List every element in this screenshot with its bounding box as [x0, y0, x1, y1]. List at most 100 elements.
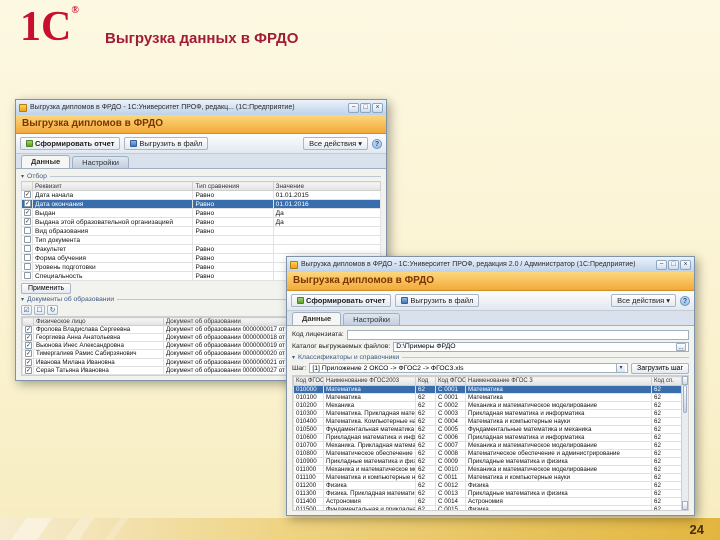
classifier-cell[interactable]: 62	[651, 497, 684, 506]
generate-report-button[interactable]: Сформировать отчет	[291, 294, 392, 307]
checkbox-icon[interactable]	[24, 272, 31, 280]
column-header-person[interactable]: Физическое лицо	[33, 317, 164, 326]
checkbox-icon[interactable]	[24, 254, 31, 262]
classifier-cell[interactable]: Математика и компьютерные науки	[465, 417, 652, 426]
row-select-cell[interactable]	[20, 244, 34, 254]
classifier-cell[interactable]: 010400	[293, 417, 324, 426]
checkbox-icon[interactable]: ✓	[24, 191, 31, 199]
checkbox-icon[interactable]	[24, 227, 31, 235]
filter-field-cell[interactable]: Специальность	[32, 271, 194, 281]
classifier-cell[interactable]: 62	[651, 449, 684, 458]
classifier-cell[interactable]: 011200	[293, 481, 324, 490]
checkbox-icon[interactable]: ✓	[25, 375, 32, 376]
filter-row[interactable]: ✓ Дата начала Равно 01.01.2015	[20, 190, 382, 200]
classifier-cell[interactable]: 62	[415, 425, 436, 434]
classifier-row[interactable]: 010700Механика. Прикладная математика62С…	[293, 441, 684, 450]
column-header-value[interactable]: Значение	[272, 181, 382, 191]
step-select[interactable]: [1] Приложение 2 ОКСО -> ФГОС2 -> ФГОС3.…	[309, 363, 629, 373]
classifier-cell[interactable]: С 0006	[435, 433, 466, 442]
person-cell[interactable]: Иванова Милана Ивановна	[33, 357, 164, 367]
filter-compare-cell[interactable]: Равно	[192, 253, 274, 263]
checkbox-icon[interactable]: ✓	[25, 367, 32, 374]
classifier-cell[interactable]: Математика	[465, 385, 652, 394]
person-cell[interactable]: Фролова Владислава Сергеевна	[33, 324, 164, 335]
apply-button[interactable]: Применить	[21, 282, 72, 294]
classifier-cell[interactable]: 62	[415, 489, 436, 498]
classifier-cell[interactable]: Математика. Прикладная математика	[323, 409, 416, 418]
classifier-cell[interactable]: Механика	[323, 401, 416, 410]
classifier-row[interactable]: 010600Прикладная математика и информатик…	[293, 433, 684, 442]
classifier-cell[interactable]: 62	[415, 401, 436, 410]
row-select-cell[interactable]: ✓	[22, 324, 34, 335]
filter-row[interactable]: ✓ Выдана этой образовательной организацие…	[20, 217, 382, 227]
classifier-cell[interactable]: 62	[415, 497, 436, 506]
classifier-cell[interactable]: 62	[651, 409, 684, 418]
column-header-compare-type[interactable]: Тип сравнения	[192, 181, 274, 191]
classifier-cell[interactable]: 62	[415, 393, 436, 402]
tab-dannye[interactable]: Данные	[292, 312, 342, 325]
classifier-cell[interactable]: Математика	[323, 393, 416, 402]
classifier-cell[interactable]: Прикладная математика и информатика	[465, 409, 652, 418]
refresh-icon[interactable]: ↻	[47, 304, 58, 315]
classifier-row[interactable]: 010500Фундаментальная математика и механ…	[293, 425, 684, 434]
row-select-cell[interactable]	[20, 253, 34, 263]
classifier-cell[interactable]: С 0011	[435, 473, 466, 482]
classifier-row[interactable]: 011300 Физика. Прикладная математика 62 С 0…	[293, 489, 684, 498]
window1-titlebar[interactable]: Выгрузка дипломов в ФРДО - 1С:Университе…	[16, 100, 386, 115]
checkbox-icon[interactable]: ✓	[25, 350, 32, 358]
check-all-icon[interactable]: ☑	[21, 304, 32, 315]
tab-nastroyki[interactable]: Настройки	[343, 313, 400, 325]
classifier-cell[interactable]: Прикладная математика и информатика	[465, 433, 652, 442]
select-column-header[interactable]	[20, 181, 34, 191]
export-to-file-button[interactable]: Выгрузить в файл	[395, 294, 480, 307]
classifier-cell[interactable]: Математика	[465, 393, 652, 402]
chevron-down-icon[interactable]: ▾	[616, 364, 626, 372]
filter-compare-cell[interactable]: Равно	[192, 217, 274, 227]
classifier-cell[interactable]: Механика и математическое моделирование	[465, 401, 652, 410]
person-cell[interactable]: Георгиева Анна Анатольевна	[33, 333, 164, 343]
classifier-cell[interactable]: С 0003	[435, 409, 466, 418]
classifier-cell[interactable]: 62	[415, 473, 436, 482]
collapse-icon[interactable]: ▾	[292, 354, 295, 361]
filter-field-cell[interactable]: Дата окончания	[32, 199, 194, 209]
classifier-cell[interactable]: 62	[415, 417, 436, 426]
classifier-cell[interactable]: 011000	[293, 465, 324, 474]
classifier-cell[interactable]: Прикладная математика и информатика	[323, 433, 416, 442]
classifier-cell[interactable]: 010300	[293, 409, 324, 418]
classifier-cell[interactable]: С 0015	[435, 505, 466, 510]
filter-field-cell[interactable]: Форма обучения	[32, 253, 194, 263]
classifier-cell[interactable]: Механика и математическое моделирование	[465, 465, 652, 474]
classifier-cell[interactable]: С 0008	[435, 449, 466, 458]
classifier-row[interactable]: 010000 Математика 62 С 0001 Математика 62	[293, 385, 684, 394]
checkbox-icon[interactable]	[24, 236, 31, 244]
browse-button[interactable]: ...	[676, 342, 686, 351]
row-select-cell[interactable]: ✓	[20, 190, 34, 200]
filter-value-cell[interactable]: Да	[272, 208, 382, 218]
filter-compare-cell[interactable]	[192, 235, 274, 245]
classifier-cell[interactable]: 62	[651, 401, 684, 410]
filter-compare-cell[interactable]: Равно	[192, 226, 274, 236]
classifier-cell[interactable]: Механика и математическое моделирование	[323, 465, 416, 474]
classifier-cell[interactable]: 62	[651, 481, 684, 490]
licensee-input[interactable]	[346, 329, 689, 340]
classifier-cell[interactable]: 62	[415, 385, 436, 394]
checkbox-icon[interactable]	[24, 263, 31, 271]
classifier-cell[interactable]: С 0009	[435, 457, 466, 466]
classifier-cell[interactable]: Прикладные математика и физика	[323, 457, 416, 466]
classifier-cell[interactable]: 010100	[293, 393, 324, 402]
maximize-button[interactable]: □	[360, 102, 371, 113]
classifiers-table[interactable]: Код ФГОС2003 Наименование ФГОС2003 Код К…	[293, 376, 684, 510]
filter-row[interactable]: Вид образования Равно	[20, 226, 382, 236]
checkbox-icon[interactable]: ✓	[25, 326, 32, 333]
classifier-cell[interactable]: Физика	[465, 481, 652, 490]
classifier-cell[interactable]: 010600	[293, 433, 324, 442]
filter-group-caption[interactable]: ▾ Отбор	[21, 172, 381, 180]
filter-value-cell[interactable]	[272, 244, 382, 254]
load-step-button[interactable]: Загрузить шаг	[631, 362, 689, 374]
classifier-cell[interactable]: С 0007	[435, 441, 466, 450]
filter-field-cell[interactable]: Тип документа	[32, 235, 194, 245]
maximize-button[interactable]: □	[668, 259, 679, 270]
row-select-cell[interactable]: ✓	[20, 199, 34, 209]
classifier-cell[interactable]: 011100	[293, 473, 324, 482]
filter-row[interactable]: ✓ Дата окончания Равно 01.01.2016	[20, 199, 382, 209]
